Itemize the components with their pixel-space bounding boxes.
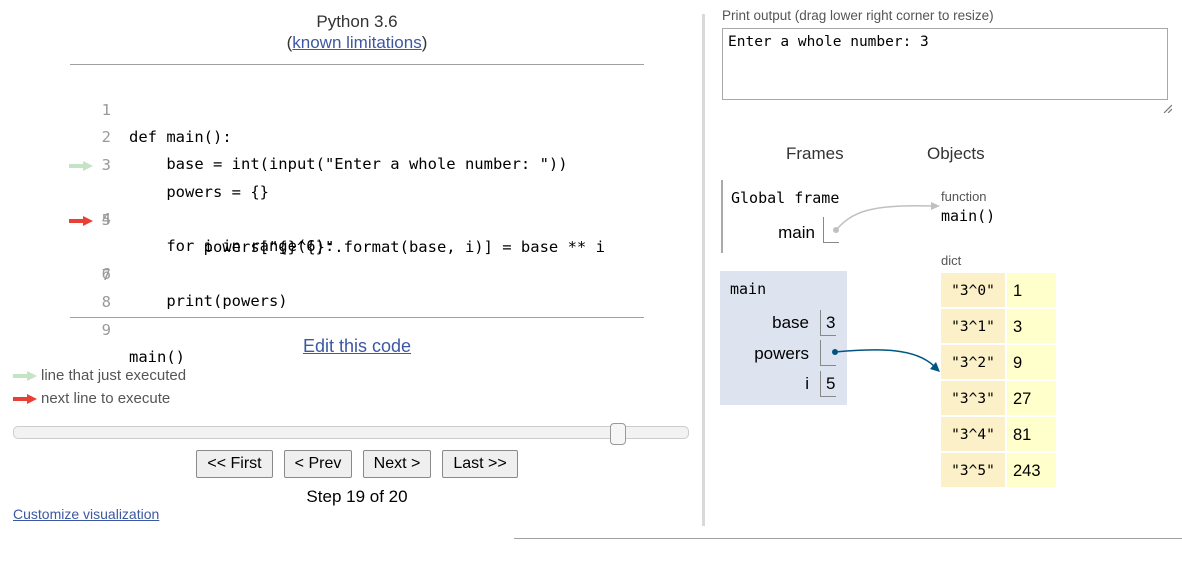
- var-name-i: i: [805, 374, 809, 393]
- dict-object: "3^0" 1 "3^1" 3 "3^2" 9 "3^3" 27 "3^4" 8…: [941, 271, 1056, 487]
- var-name-main: main: [778, 223, 815, 242]
- main-frame: main base 3 powers i 5: [720, 271, 847, 405]
- just-executed-arrow-icon: [13, 371, 37, 381]
- code-line: 3 powers = {}: [70, 125, 644, 201]
- step-slider-track[interactable]: [13, 426, 689, 439]
- next-line-arrow-icon: [69, 216, 93, 226]
- code-line: 2 base = int(input("Enter a whole number…: [70, 97, 644, 173]
- just-executed-arrow-icon: [69, 161, 93, 171]
- customize-visualization-link[interactable]: Customize visualization: [13, 506, 159, 522]
- var-name-powers: powers: [754, 344, 809, 363]
- step-counter: Step 19 of 20: [306, 487, 408, 506]
- function-type-label: function: [941, 189, 987, 204]
- code-line: 8: [70, 262, 644, 311]
- print-output-label: Print output (drag lower right corner to…: [722, 8, 994, 23]
- dict-key: "3^5": [941, 453, 1005, 487]
- resize-grip-icon[interactable]: [1162, 103, 1172, 113]
- frame-title: Global frame: [731, 189, 840, 207]
- dict-value: 243: [1007, 453, 1056, 487]
- dict-entry: "3^3" 27: [941, 381, 1056, 415]
- known-limitations-link[interactable]: known limitations: [292, 33, 421, 52]
- var-pointer-box: [823, 217, 839, 243]
- global-frame: Global frame main: [721, 180, 847, 253]
- dict-entry: "3^1" 3: [941, 309, 1056, 343]
- print-output-box[interactable]: Enter a whole number: 3: [722, 28, 1168, 100]
- bottom-rule: [514, 538, 1182, 539]
- close-paren: ): [421, 33, 428, 52]
- code-line: 1 def main():: [70, 70, 644, 146]
- function-object-main: main(): [941, 207, 996, 225]
- dict-value: 9: [1007, 345, 1056, 379]
- var-value-base: 3: [826, 313, 836, 332]
- var-value-i: 5: [826, 374, 836, 393]
- powers-to-dict-pointer: [832, 349, 940, 372]
- code-line: 7: [70, 235, 644, 284]
- dict-entry: "3^5" 243: [941, 453, 1056, 487]
- last-button[interactable]: Last >>: [442, 450, 518, 478]
- dict-value: 81: [1007, 417, 1056, 451]
- legend-label: line that just executed: [41, 367, 187, 384]
- dict-value: 27: [1007, 381, 1056, 415]
- legend-label: next line to execute: [41, 390, 171, 407]
- frames-heading: Frames: [786, 144, 844, 163]
- code-listing: 1 def main(): 2 base = int(input("Enter …: [69, 64, 644, 366]
- dict-key: "3^1": [941, 309, 1005, 343]
- code-line: 9 main(): [70, 290, 644, 366]
- dict-type-label: dict: [941, 253, 962, 268]
- first-button[interactable]: << First: [196, 450, 273, 478]
- var-pointer-box: [820, 340, 836, 366]
- dict-key: "3^0": [941, 273, 1005, 307]
- dict-entry: "3^4" 81: [941, 417, 1056, 451]
- code-line: 5 powers["{}^{}".format(base, i)] = base…: [70, 180, 644, 256]
- edit-code-link[interactable]: Edit this code: [70, 336, 644, 357]
- prev-button[interactable]: < Prev: [284, 450, 352, 478]
- dict-value: 1: [1007, 273, 1056, 307]
- dict-entry: "3^0" 1: [941, 273, 1056, 307]
- next-button[interactable]: Next >: [363, 450, 431, 478]
- next-line-arrow-icon: [13, 394, 37, 404]
- objects-heading: Objects: [927, 144, 985, 163]
- limitations-line: (known limitations): [70, 33, 644, 53]
- code-line: 6 print(powers): [69, 207, 644, 310]
- var-name-base: base: [772, 313, 809, 332]
- dict-entry: "3^2" 9: [941, 345, 1056, 379]
- dict-key: "3^4": [941, 417, 1005, 451]
- frame-title: main: [730, 280, 767, 298]
- step-slider-handle[interactable]: [610, 423, 626, 445]
- pane-divider: [702, 14, 705, 526]
- main-to-function-pointer: [833, 202, 940, 233]
- dict-value: 3: [1007, 309, 1056, 343]
- dict-key: "3^2": [941, 345, 1005, 379]
- code-line: 4 for i in range(6):: [69, 152, 644, 255]
- dict-key: "3^3": [941, 381, 1005, 415]
- language-title: Python 3.6: [316, 12, 398, 31]
